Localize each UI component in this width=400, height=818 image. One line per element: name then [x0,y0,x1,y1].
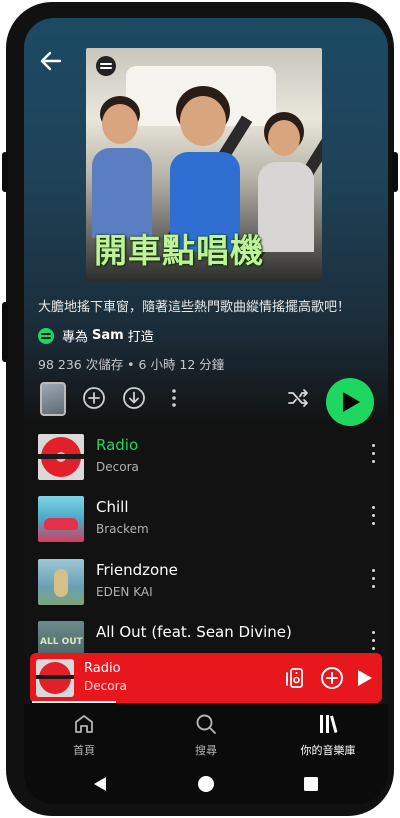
track-row[interactable]: Radio Decora [38,434,378,488]
phone-side-button [2,302,8,362]
playlist-thumbnail-button[interactable] [40,382,66,416]
made-for-line[interactable]: 專為 Sam 打造 [38,326,154,345]
nav-label: 你的音樂庫 [300,744,356,757]
more-options-icon[interactable] [162,386,186,410]
playlist-description: 大膽地搖下車窗，隨著這些熱門歌曲縱情搖擺高歌吧！ [38,300,351,315]
system-recents-icon[interactable] [303,776,319,792]
cover-title: 開車點唱機 [94,231,264,270]
nav-label: 搜尋 [195,744,217,757]
playlist-actions [38,378,374,426]
now-playing-bar[interactable]: Radio Decora [30,653,382,703]
system-home-icon[interactable] [197,775,215,793]
system-navigation-bar [24,764,388,804]
nav-search[interactable]: 搜尋 [146,712,266,758]
system-back-icon[interactable] [92,776,108,792]
cover-kid-face [180,96,226,146]
play-icon [343,392,360,412]
playlist-cover: 開車點唱機 [86,48,322,282]
track-row[interactable]: Friendzone EDEN KAI [38,559,378,613]
track-artwork [38,434,84,480]
now-playing-artwork [36,659,74,697]
now-playing-artist: Decora [84,679,127,693]
home-icon [75,715,93,733]
nav-home[interactable]: 首頁 [24,712,144,758]
track-artwork-text: ALL OUT [40,637,83,647]
download-icon[interactable] [122,386,146,410]
cover-kid-face [102,104,138,144]
spotify-logo-icon [38,327,54,344]
app-screen: 開車點唱機 大膽地搖下車窗，隨著這些熱門歌曲縱情搖擺高歌吧！ 專為 Sam 打造… [24,18,388,804]
back-arrow-icon[interactable] [38,48,64,74]
cover-kid-shirt [258,162,314,252]
nav-library[interactable]: 你的音樂庫 [268,712,388,758]
track-artist: Decora [96,460,139,474]
phone-side-button [392,152,398,192]
track-more-icon[interactable] [370,569,376,591]
track-artwork [38,559,84,605]
cover-kid-face [268,120,300,156]
play-button[interactable] [326,378,374,426]
bottom-nav: 首頁 搜尋 你的音樂庫 [24,704,388,764]
track-title: Radio [96,436,139,454]
now-playing-title: Radio [84,661,121,676]
track-artwork [38,496,84,542]
play-icon[interactable] [352,666,376,690]
library-icon [320,715,338,733]
connect-device-icon[interactable] [282,666,306,690]
track-artist: EDEN KAI [96,585,153,599]
shuffle-icon[interactable] [286,386,310,410]
made-for-suffix: 打造 [127,330,154,345]
playlist-stats: 98 236 次儲存 • 6 小時 12 分鐘 [38,357,225,372]
search-icon [196,714,216,734]
playback-progress [32,701,116,703]
track-title: Friendzone [96,561,178,579]
phone-side-button [2,152,8,192]
nav-label: 首頁 [73,744,95,757]
add-circle-icon[interactable] [82,386,106,410]
track-row[interactable]: Chill Brackem [38,496,378,550]
track-title: All Out (feat. Sean Divine) [96,623,292,641]
track-more-icon[interactable] [370,444,376,466]
track-artist: Brackem [96,522,149,536]
made-for-user: Sam [92,328,124,343]
add-circle-icon[interactable] [320,666,344,690]
spotify-logo-icon [96,56,116,76]
track-title: Chill [96,498,129,516]
made-for-prefix: 專為 [62,330,89,345]
track-more-icon[interactable] [370,631,376,653]
track-more-icon[interactable] [370,506,376,528]
phone-frame: 開車點唱機 大膽地搖下車窗，隨著這些熱門歌曲縱情搖擺高歌吧！ 專為 Sam 打造… [2,2,398,816]
